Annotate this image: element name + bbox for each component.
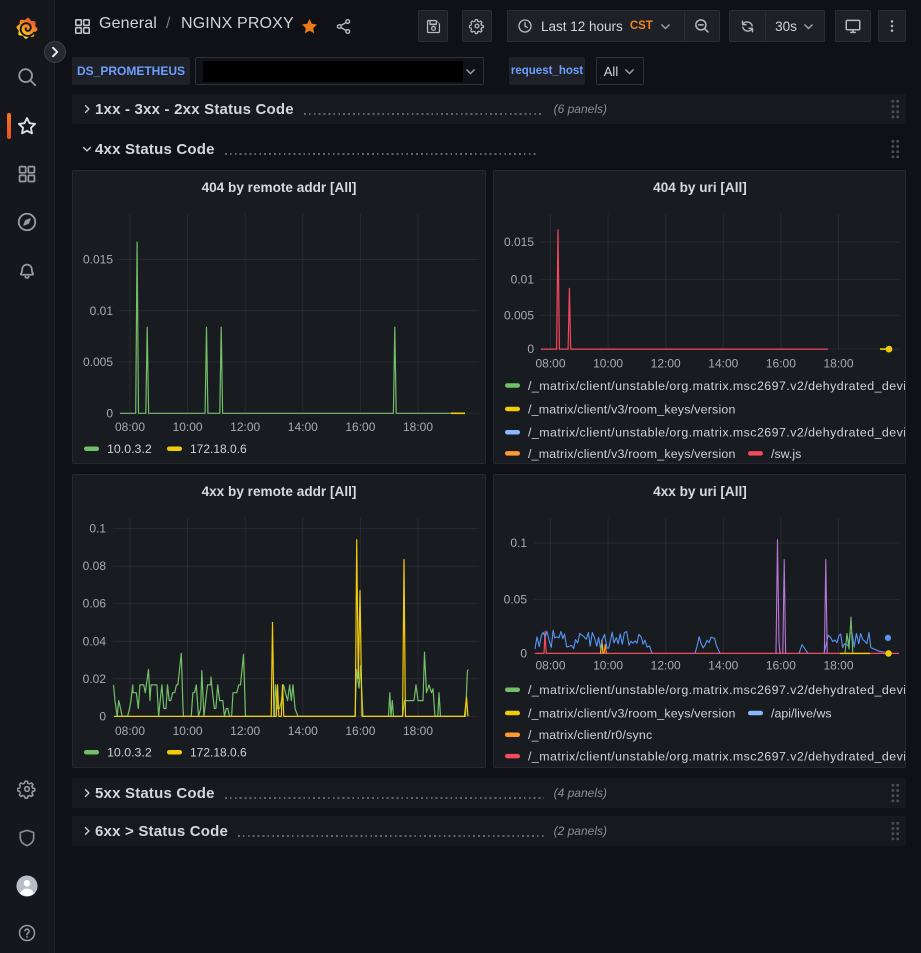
svg-text:18:00: 18:00 (823, 357, 853, 371)
svg-text:10.0.3.2: 10.0.3.2 (107, 746, 152, 760)
svg-text:16:00: 16:00 (345, 724, 375, 738)
svg-text:0: 0 (106, 406, 113, 420)
svg-text:4xx by uri [All]: 4xx by uri [All] (653, 484, 747, 499)
svg-text:0.02: 0.02 (83, 672, 107, 686)
svg-text:08:00: 08:00 (535, 659, 565, 673)
svg-text:0.04: 0.04 (83, 634, 107, 648)
svg-text:14:00: 14:00 (708, 659, 738, 673)
svg-text:0.06: 0.06 (83, 597, 107, 611)
svg-text:4xx by remote addr [All]: 4xx by remote addr [All] (202, 484, 357, 499)
svg-text:172.18.0.6: 172.18.0.6 (190, 442, 247, 456)
svg-text:0.015: 0.015 (504, 235, 534, 249)
svg-text:172.18.0.6: 172.18.0.6 (190, 746, 247, 760)
svg-text:404 by uri [All]: 404 by uri [All] (653, 180, 747, 195)
svg-text:0.01: 0.01 (90, 304, 114, 318)
svg-text:10.0.3.2: 10.0.3.2 (107, 442, 152, 456)
svg-text:/_matrix/client/unstable/org.m: /_matrix/client/unstable/org.matrix.msc2… (528, 379, 905, 393)
svg-text:/_matrix/client/v3/room_keys/v: /_matrix/client/v3/room_keys/version (528, 447, 736, 461)
svg-text:16:00: 16:00 (766, 357, 796, 371)
svg-text:/_matrix/client/v3/room_keys/v: /_matrix/client/v3/room_keys/version (528, 707, 736, 721)
svg-text:/_matrix/client/v3/room_keys/v: /_matrix/client/v3/room_keys/version (528, 402, 736, 416)
svg-text:0: 0 (520, 646, 527, 660)
svg-text:/_matrix/client/r0/sync: /_matrix/client/r0/sync (528, 728, 652, 742)
svg-text:0.1: 0.1 (510, 536, 527, 550)
svg-text:/api/live/ws: /api/live/ws (771, 707, 832, 721)
svg-text:0: 0 (527, 342, 534, 356)
svg-text:14:00: 14:00 (288, 420, 318, 434)
svg-text:0.005: 0.005 (83, 355, 113, 369)
svg-text:12:00: 12:00 (651, 357, 681, 371)
svg-text:08:00: 08:00 (535, 357, 565, 371)
svg-text:10:00: 10:00 (593, 659, 623, 673)
svg-text:18:00: 18:00 (403, 724, 433, 738)
svg-text:08:00: 08:00 (115, 724, 145, 738)
svg-text:404 by remote addr [All]: 404 by remote addr [All] (202, 180, 357, 195)
svg-text:0.08: 0.08 (83, 559, 107, 573)
svg-text:10:00: 10:00 (173, 724, 203, 738)
svg-text:0.005: 0.005 (504, 308, 534, 322)
svg-text:16:00: 16:00 (766, 659, 796, 673)
svg-text:0.01: 0.01 (511, 272, 535, 286)
svg-text:12:00: 12:00 (230, 420, 260, 434)
svg-text:0: 0 (99, 709, 106, 723)
svg-text:18:00: 18:00 (403, 420, 433, 434)
svg-text:16:00: 16:00 (345, 420, 375, 434)
svg-text:14:00: 14:00 (288, 724, 318, 738)
svg-text:0.1: 0.1 (89, 522, 106, 536)
svg-text:/_matrix/client/unstable/org.m: /_matrix/client/unstable/org.matrix.msc2… (528, 750, 905, 764)
svg-text:12:00: 12:00 (230, 724, 260, 738)
svg-text:18:00: 18:00 (823, 659, 853, 673)
svg-text:14:00: 14:00 (708, 357, 738, 371)
svg-text:10:00: 10:00 (173, 420, 203, 434)
svg-text:0.015: 0.015 (83, 253, 113, 267)
svg-text:08:00: 08:00 (115, 420, 145, 434)
svg-text:/sw.js: /sw.js (771, 447, 801, 461)
svg-text:10:00: 10:00 (593, 357, 623, 371)
svg-text:/_matrix/client/unstable/org.m: /_matrix/client/unstable/org.matrix.msc2… (528, 426, 905, 440)
svg-text:/_matrix/client/unstable/org.m: /_matrix/client/unstable/org.matrix.msc2… (528, 683, 905, 697)
svg-text:12:00: 12:00 (651, 659, 681, 673)
svg-text:0.05: 0.05 (504, 593, 528, 607)
